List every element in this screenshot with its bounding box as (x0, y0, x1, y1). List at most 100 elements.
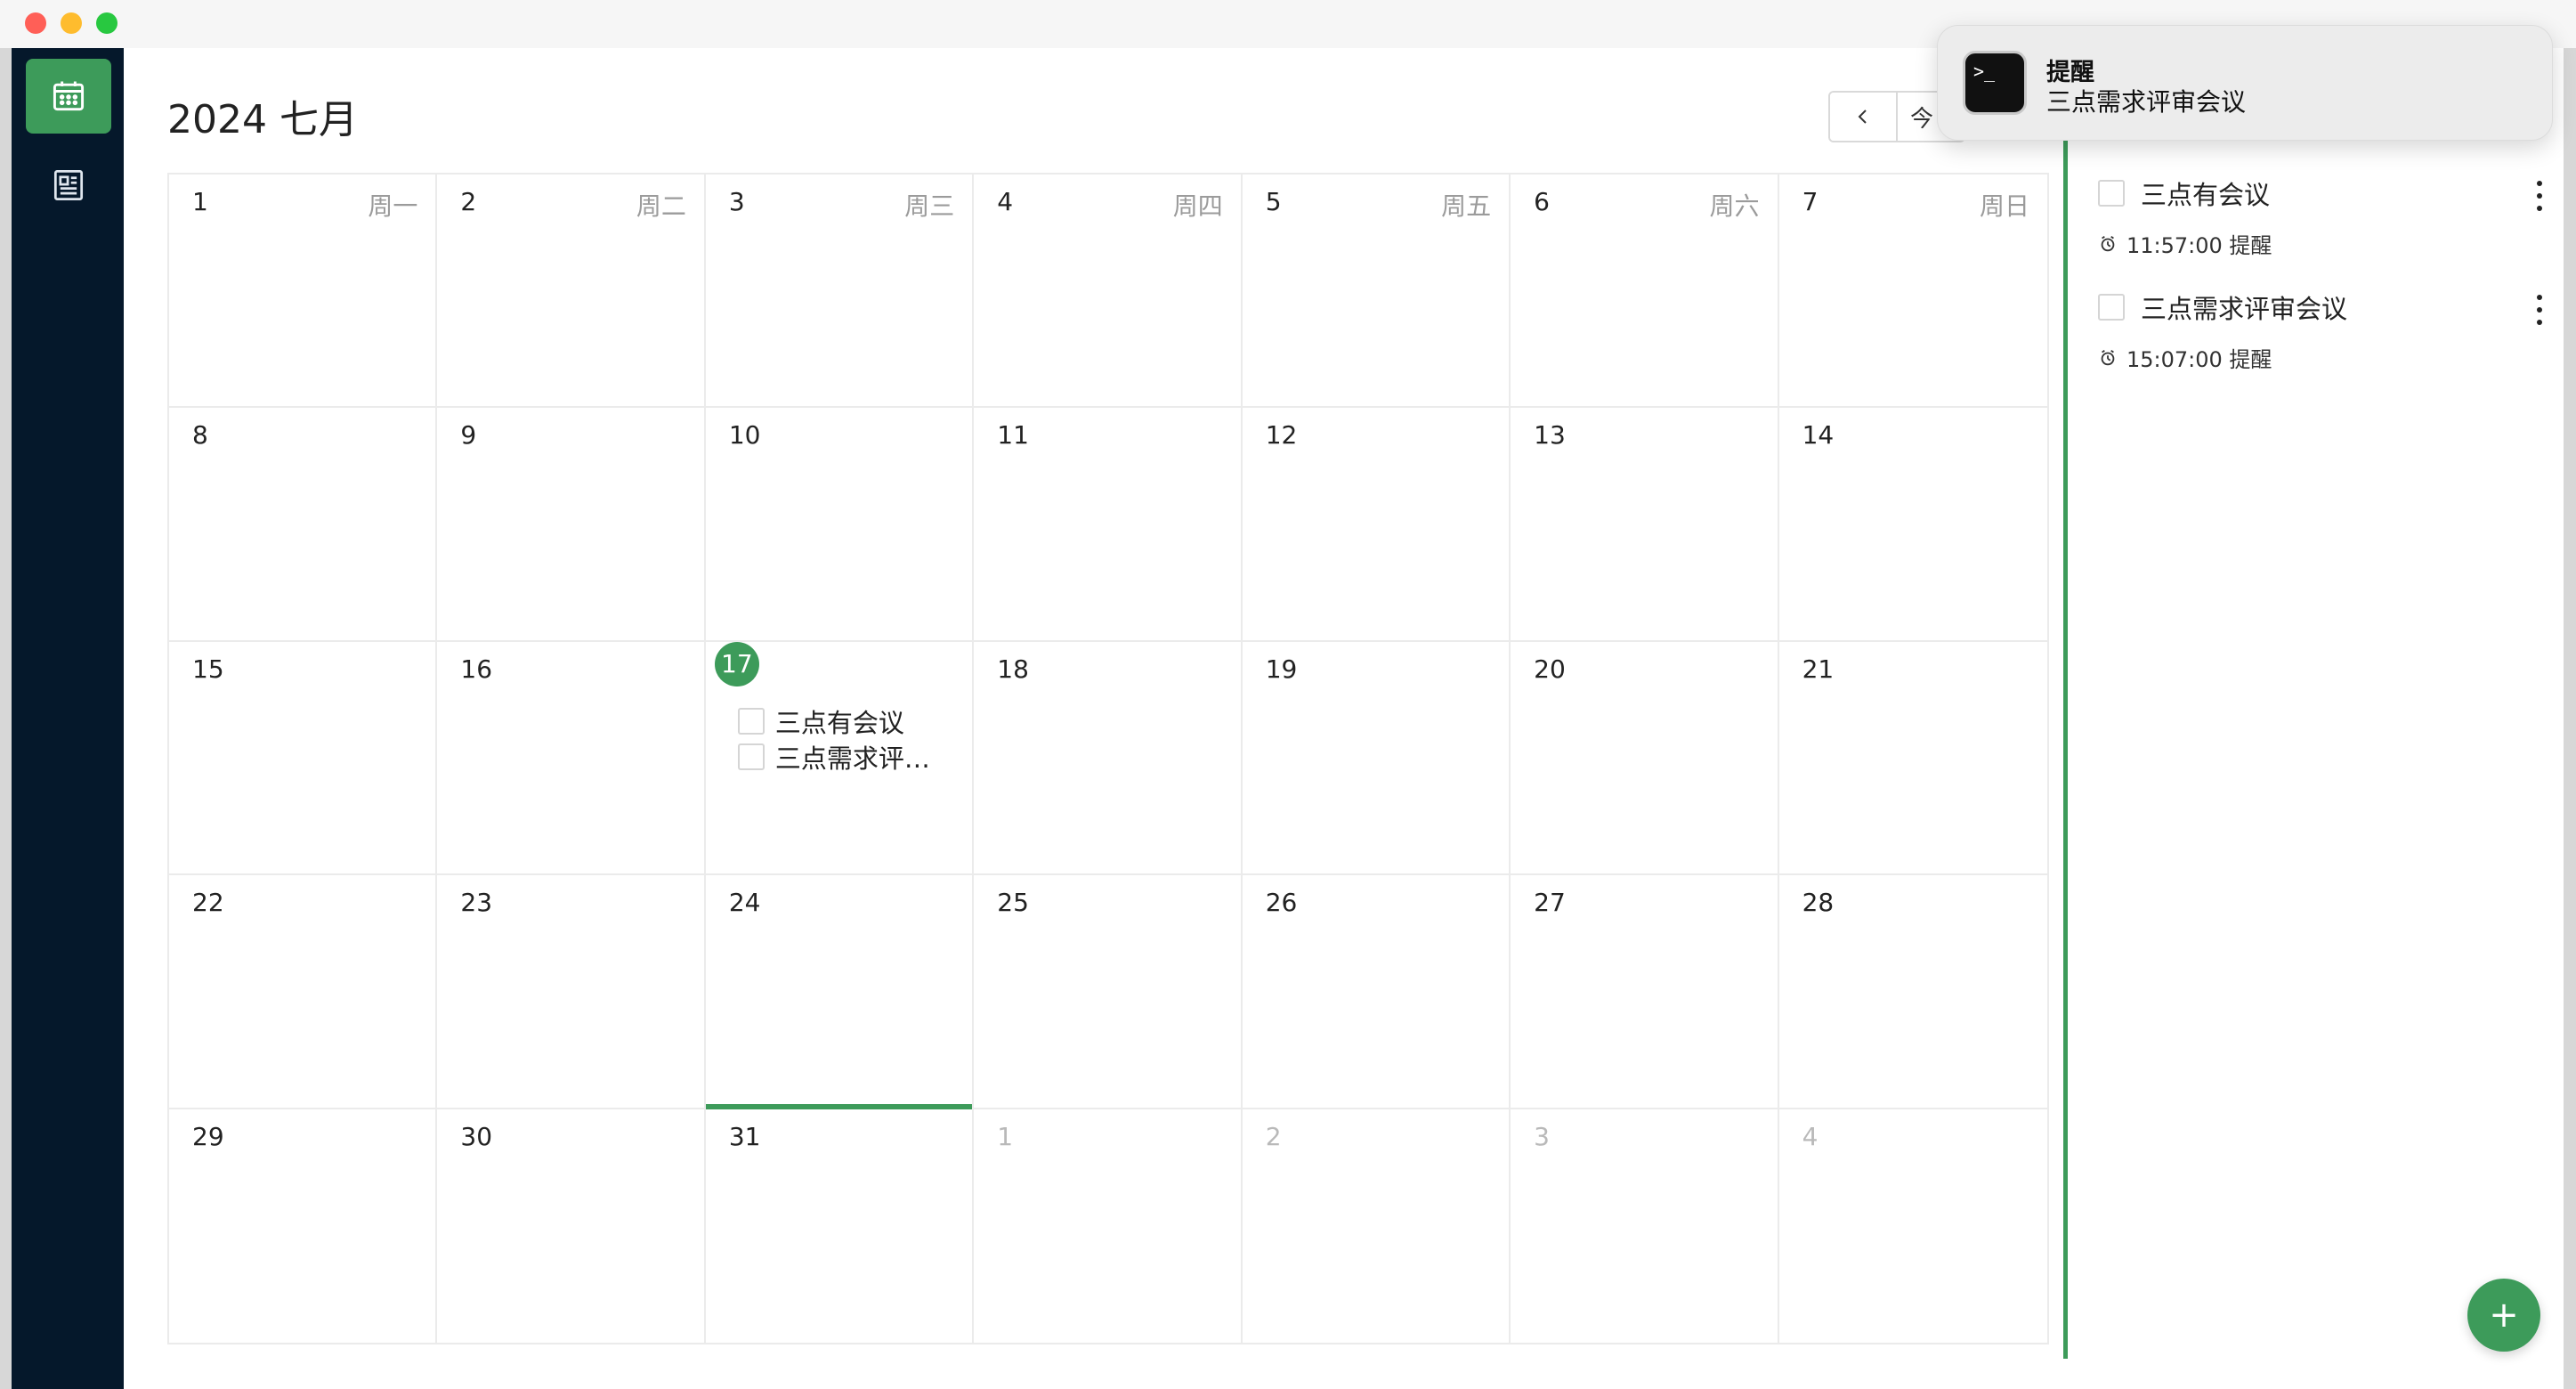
calendar-day-cell[interactable]: 21 (1778, 642, 2047, 876)
calendar-day-cell[interactable]: 13 (1511, 408, 1779, 642)
day-number: 2 (460, 187, 477, 216)
event-checkbox[interactable] (737, 743, 765, 770)
event-title: 三点需求评… (774, 743, 930, 774)
minimize-window-button[interactable] (61, 12, 82, 34)
calendar-day-cell[interactable]: 27 (1511, 875, 1779, 1109)
calendar-day-cell[interactable]: 17 三点有会议三点需求评… (705, 641, 975, 876)
close-window-button[interactable] (25, 12, 46, 34)
calendar-day-cell[interactable]: 28 (1778, 875, 2047, 1109)
todo-reminder-time: 11:57:00 提醒 (2126, 233, 2272, 258)
calendar-day-cell[interactable]: 14 (1778, 408, 2047, 642)
todo-reminder-time: 15:07:00 提醒 (2126, 347, 2272, 372)
calendar-day-cell[interactable]: 12 (1242, 408, 1511, 642)
maximize-window-button[interactable] (96, 12, 117, 34)
weekday-label: 周一 (368, 191, 418, 221)
calendar-day-cell[interactable]: 18 (974, 641, 1243, 876)
more-options-icon[interactable] (2529, 292, 2550, 328)
alarm-icon (2101, 349, 2115, 365)
calendar-event[interactable]: 三点有会议 (737, 703, 904, 740)
calendar-day-cell[interactable]: 2 (1243, 1109, 1511, 1343)
day-number: 1 (192, 187, 208, 216)
weekday-label: 周三 (904, 191, 955, 221)
todo-item[interactable]: 三点需求评审会议 15:07:00 提醒 (2098, 288, 2543, 373)
calendar-day-cell[interactable]: 16 (437, 641, 706, 876)
day-number: 19 (1265, 654, 1298, 684)
calendar-day-cell[interactable]: 25 (974, 875, 1243, 1109)
calendar-day-cell[interactable]: 4 周四 (974, 175, 1243, 409)
calendar-day-cell[interactable]: 1 (974, 1109, 1243, 1343)
day-number: 15 (192, 654, 224, 684)
weekday-label: 周四 (1172, 191, 1223, 221)
calendar-day-cell[interactable]: 23 (437, 875, 706, 1109)
document-icon (53, 170, 84, 200)
weekday-label: 周二 (636, 191, 686, 221)
day-number: 28 (1802, 888, 1835, 918)
day-number: 7 (1802, 187, 1819, 216)
sidebar-item-notes[interactable] (26, 148, 111, 223)
calendar-day-cell[interactable]: 8 (169, 408, 438, 642)
sidebar-item-calendar[interactable] (26, 59, 111, 134)
system-notification[interactable]: >_ 提醒 三点需求评审会议 (1937, 25, 2553, 141)
today-date-badge: 17 (714, 641, 759, 686)
calendar-day-cell[interactable]: 9 (437, 408, 706, 642)
todo-title: 三点有会议 (2141, 180, 2271, 210)
calendar-event[interactable]: 三点需求评… (737, 738, 930, 776)
calendar-day-cell[interactable]: 7 周日 (1778, 175, 2047, 409)
day-number: 10 (728, 420, 761, 451)
todo-reminder: 15:07:00 提醒 (2098, 342, 2543, 373)
day-number: 27 (1534, 888, 1566, 918)
calendar-icon (53, 81, 85, 111)
todo-checkbox[interactable] (2098, 180, 2125, 207)
day-number: 2 (1265, 1121, 1282, 1151)
calendar-day-cell[interactable]: 20 (1511, 641, 1779, 876)
todo-title: 三点需求评审会议 (2141, 294, 2348, 324)
window-right-edge (2564, 48, 2576, 1389)
calendar-day-cell[interactable]: 1 周一 (169, 175, 438, 409)
day-number: 21 (1802, 654, 1835, 684)
day-number: 14 (1802, 420, 1835, 451)
event-title: 三点有会议 (774, 707, 904, 738)
add-todo-button[interactable]: + (2467, 1279, 2540, 1352)
calendar-day-cell[interactable]: 2 周二 (437, 175, 706, 409)
calendar-day-cell[interactable]: 3 (1511, 1109, 1779, 1343)
notification-body: 三点需求评审会议 (2046, 87, 2247, 117)
calendar-day-cell[interactable]: 22 (169, 875, 438, 1109)
day-number: 11 (997, 420, 1029, 451)
sidebar (12, 48, 124, 1389)
previous-month-button[interactable] (1830, 93, 1896, 141)
todo-panel: 三点有会议 11:57:00 提醒 三点需求评审会议 15:07:00 提醒 (2068, 141, 2564, 1389)
day-number: 4 (997, 187, 1014, 216)
weekday-label: 周六 (1709, 191, 1760, 221)
calendar-day-cell[interactable]: 4 (1779, 1109, 2047, 1343)
month-calendar-grid: 1 周一 2 周二 3 周三 4 周四 5 周五 6 周六 7 周日 8 9 10 11 12 13 14 15 16 17 三… (167, 173, 2049, 1344)
more-options-icon[interactable] (2529, 178, 2550, 214)
calendar-day-cell[interactable]: 5 周五 (1242, 175, 1511, 409)
todo-item[interactable]: 三点有会议 11:57:00 提醒 (2098, 175, 2543, 259)
day-number: 13 (1534, 420, 1566, 451)
calendar-day-cell[interactable]: 15 (169, 641, 438, 876)
calendar-day-cell[interactable]: 31 (706, 1109, 975, 1343)
day-number: 29 (192, 1121, 224, 1151)
calendar-day-cell[interactable]: 29 (169, 1109, 438, 1343)
calendar-day-cell[interactable]: 3 周三 (705, 175, 975, 409)
day-number: 9 (460, 420, 477, 451)
calendar-day-cell[interactable]: 11 (974, 408, 1243, 642)
calendar-day-cell[interactable]: 6 周六 (1511, 175, 1779, 409)
day-number: 18 (997, 654, 1029, 684)
day-number: 31 (728, 1121, 761, 1151)
window-left-edge (0, 48, 12, 1389)
calendar-day-cell[interactable]: 10 (705, 408, 975, 642)
month-title: 2024 七月 (167, 97, 358, 142)
calendar-day-cell[interactable]: 26 (1242, 875, 1511, 1109)
day-number: 25 (997, 888, 1029, 918)
day-number: 3 (1534, 1121, 1550, 1151)
event-checkbox[interactable] (737, 707, 765, 735)
calendar-day-cell[interactable]: 24 (705, 875, 975, 1110)
todo-checkbox[interactable] (2098, 294, 2125, 321)
day-number: 8 (192, 420, 208, 451)
day-number: 4 (1802, 1121, 1819, 1151)
day-number: 23 (460, 888, 493, 918)
calendar-day-cell[interactable]: 30 (437, 1109, 706, 1343)
calendar-day-cell[interactable]: 19 (1242, 641, 1511, 876)
todo-reminder: 11:57:00 提醒 (2098, 228, 2543, 259)
